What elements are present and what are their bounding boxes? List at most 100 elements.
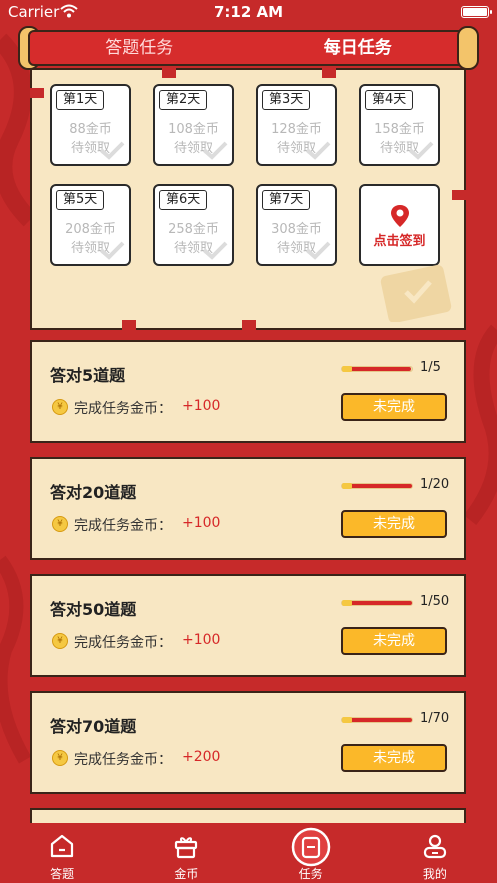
task-card: 答对50道题 1/50 完成任务金币： +100 未完成 [30, 574, 466, 677]
task-reward-value: +100 [182, 515, 221, 531]
task-status-button[interactable]: 未完成 [341, 510, 447, 538]
task-reward-label: 完成任务金币： [74, 635, 172, 651]
task-title: 答对5道题 [50, 366, 126, 385]
panel-edge-notch [30, 88, 44, 98]
day-coins: 88金币 [69, 122, 112, 137]
sign-in-panel: 第1天 88金币 待领取 第2天 108金币 待领取 第3天 128金币 待领取… [30, 68, 466, 330]
tab-label: 任务 [298, 867, 323, 881]
task-progress-bar [341, 366, 413, 372]
task-card: 答对70道题 1/70 完成任务金币： +200 未完成 [30, 691, 466, 794]
task-progress-bar [341, 483, 413, 489]
status-time: 7:12 AM [213, 3, 284, 21]
sign-in-day-card[interactable]: 第2天 108金币 待领取 [153, 84, 234, 166]
panel-edge-notch [452, 190, 466, 200]
tab-label: 答题 [50, 867, 75, 881]
task-progress-text: 1/70 [420, 711, 450, 726]
battery-icon [461, 6, 492, 18]
coin-icon [52, 750, 68, 766]
task-reward-label: 完成任务金币： [74, 518, 172, 534]
task-title: 答对70道题 [50, 717, 137, 736]
gift-icon [175, 837, 198, 859]
task-status-button[interactable]: 未完成 [341, 393, 447, 421]
sign-in-day-card[interactable]: 第1天 88金币 待领取 [50, 84, 131, 166]
task-status-button[interactable]: 未完成 [341, 744, 447, 772]
check-icon [305, 141, 331, 160]
scroll-roll-right [457, 26, 479, 70]
calendar-icon [380, 264, 452, 322]
sign-in-label: 点击签到 [373, 234, 426, 249]
task-status-button[interactable]: 未完成 [341, 627, 447, 655]
task-progress-bar [341, 600, 413, 606]
day-label: 第3天 [262, 90, 311, 110]
task-progress-text: 1/20 [420, 477, 450, 492]
coin-icon [52, 399, 68, 415]
day-label: 第1天 [56, 90, 105, 110]
status-bar: Carrier 7:12 AM [0, 0, 497, 26]
tab-tasks[interactable]: 任务 [249, 823, 373, 883]
location-pin-icon [391, 205, 409, 227]
home-icon [51, 834, 74, 858]
check-icon [99, 141, 125, 160]
tab-daily-tasks[interactable]: 每日任务 [249, 32, 468, 64]
check-icon [408, 141, 434, 160]
sign-in-day-card[interactable]: 第3天 128金币 待领取 [256, 84, 337, 166]
tab-answer[interactable]: 答题 [0, 823, 124, 883]
task-progress-marker [342, 366, 352, 372]
top-tab-bar: 答题任务 每日任务 [28, 30, 469, 66]
task-progress-text: 1/5 [420, 360, 441, 375]
task-progress-marker [342, 483, 352, 489]
sign-in-day-card[interactable]: 第5天 208金币 待领取 [50, 184, 131, 266]
task-progress-fill [342, 367, 411, 371]
day-label: 第2天 [159, 90, 208, 110]
day-coins: 208金币 [65, 222, 116, 237]
bottom-tab-bar: 答题 金币 任务 我的 [0, 823, 497, 883]
task-reward-label: 完成任务金币： [74, 752, 172, 768]
day-label: 第7天 [262, 190, 311, 210]
check-icon [202, 241, 228, 260]
task-reward-label: 完成任务金币： [74, 401, 172, 417]
tab-coins[interactable]: 金币 [124, 823, 248, 883]
task-progress-marker [342, 600, 352, 606]
tab-answer-tasks[interactable]: 答题任务 [30, 32, 249, 64]
task-progress-marker [342, 717, 352, 723]
task-progress-bar [341, 717, 413, 723]
task-reward-value: +200 [182, 749, 221, 765]
task-progress-fill [342, 484, 412, 488]
panel-edge-notch [242, 320, 256, 330]
task-title: 答对20道题 [50, 483, 137, 502]
day-label: 第4天 [365, 90, 414, 110]
task-progress-fill [342, 718, 412, 722]
day-label: 第5天 [56, 190, 105, 210]
panel-edge-notch [322, 68, 336, 78]
tab-label: 金币 [174, 867, 199, 881]
task-reward-value: +100 [182, 632, 221, 648]
task-progress-fill [342, 601, 412, 605]
panel-edge-notch [122, 320, 136, 330]
sign-in-day-card[interactable]: 第6天 258金币 待领取 [153, 184, 234, 266]
day-coins: 158金币 [374, 122, 425, 137]
day-coins: 128金币 [271, 122, 322, 137]
check-icon [202, 141, 228, 160]
tab-label: 我的 [422, 867, 447, 881]
check-icon [99, 241, 125, 260]
panel-edge-notch [162, 68, 176, 78]
sign-in-day-card[interactable]: 第7天 308金币 待领取 [256, 184, 337, 266]
check-icon [305, 241, 331, 260]
task-card: 答对5道题 1/5 完成任务金币： +100 未完成 [30, 340, 466, 443]
task-progress-text: 1/50 [420, 594, 450, 609]
user-icon [423, 834, 446, 859]
day-coins: 258金币 [168, 222, 219, 237]
sign-in-day-card[interactable]: 第4天 158金币 待领取 [359, 84, 440, 166]
task-reward-value: +100 [182, 398, 221, 414]
top-tab-scroll: 答题任务 每日任务 [18, 26, 479, 70]
task-title: 答对50道题 [50, 600, 137, 619]
coin-icon [52, 516, 68, 532]
day-coins: 308金币 [271, 222, 322, 237]
task-card: 答对20道题 1/20 完成任务金币： +100 未完成 [30, 457, 466, 560]
sign-in-button[interactable]: 点击签到 [359, 184, 440, 266]
task-icon [291, 827, 330, 867]
coin-icon [52, 633, 68, 649]
day-label: 第6天 [159, 190, 208, 210]
day-coins: 108金币 [168, 122, 219, 137]
tab-mine[interactable]: 我的 [373, 823, 497, 883]
